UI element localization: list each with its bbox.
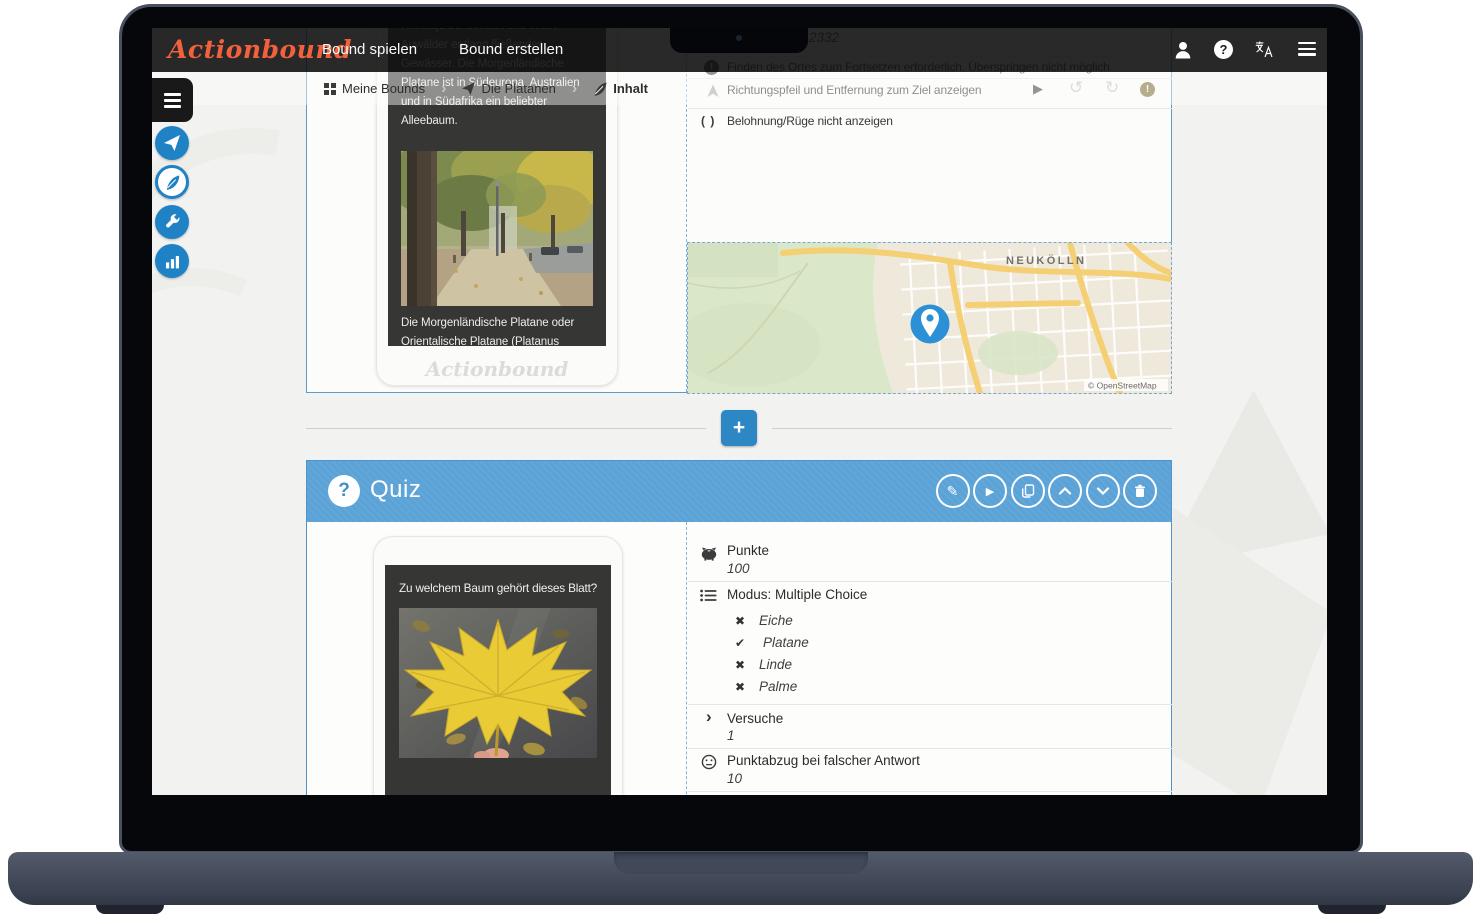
help-icon[interactable]: ? [1214,40,1233,59]
sidebar-item-play[interactable] [155,126,189,160]
breadcrumb: Meine Bounds › Die Platanen › Inhalt [152,72,1327,105]
street-photo [401,151,593,306]
choice-label[interactable]: Linde [759,657,792,672]
wrong-mark-icon: ✖ [735,658,745,672]
points-label[interactable]: Punkte [727,543,769,558]
mode-label[interactable]: Modus: Multiple Choice [727,587,867,602]
wrong-mark-icon: ✖ [735,614,745,628]
quiz-actions: ✎ ▶ [936,474,1158,508]
breadcrumb-separator: › [441,80,446,98]
points-value: 100 [727,561,750,576]
quiz-question-text: Zu welchem Baum gehört dieses Blatt? [399,579,597,598]
feather-icon [593,82,607,96]
list-icon [700,589,717,602]
menu-icon[interactable] [1298,42,1316,59]
translate-icon[interactable] [1254,41,1274,58]
map[interactable]: NEUKÖLLN © OpenStreetMap [687,242,1172,394]
laptop-base [8,852,1473,905]
move-up-button[interactable] [1048,474,1082,508]
divider [688,748,1172,749]
wrong-mark-icon: ✖ [735,680,745,694]
laptop-foot [1318,905,1386,914]
points-pig-icon [701,545,717,561]
bar-chart-icon [165,254,180,269]
divider [688,108,1172,109]
sidebar-item-stats[interactable] [155,244,189,278]
attempts-value: 1 [727,728,735,743]
sidebar-menu-button[interactable] [152,78,193,122]
card-divider [686,522,687,795]
breadcrumb-label: Meine Bounds [342,81,425,96]
camera-notch [670,28,808,53]
add-element-button[interactable]: + [721,410,757,446]
map-district-label: NEUKÖLLN [1006,254,1086,267]
sidebar-item-settings[interactable] [155,205,189,239]
attempts-label[interactable]: Versuche [727,711,783,726]
choice-label[interactable]: Platane [763,635,809,650]
divider [688,581,1172,582]
quiz-question-icon: ? [328,475,360,507]
choice-label[interactable]: Palme [759,679,797,694]
add-element-row: + [306,410,1172,448]
map-attribution[interactable]: © OpenStreetMap [1088,381,1157,391]
laptop-foot [96,905,164,914]
camera-dot [736,35,742,41]
trash-icon [1133,484,1147,498]
sidebar-item-content[interactable] [155,165,189,199]
delete-button[interactable] [1123,474,1157,508]
breadcrumb-label: Die Platanen [481,81,555,96]
phone-preview: Zu welchem Baum gehört dieses Blatt? [373,536,623,795]
chevron-down-icon [1096,485,1110,497]
laptop-screen: Himalaja beheimatet und bildet Auwälder … [152,28,1327,795]
grid-icon [324,83,336,95]
chevron-right-icon: › [706,707,712,727]
quiz-title: Quiz [370,476,421,504]
breadcrumb-item-content[interactable]: Inhalt [593,81,648,96]
feather-icon [165,175,180,190]
move-down-button[interactable] [1086,474,1120,508]
edit-button[interactable]: ✎ [936,474,970,508]
phone-preview-screen: Zu welchem Baum gehört dieses Blatt? [385,565,611,795]
correct-mark-icon: ✔ [735,636,745,650]
quiz-element-card: ? Quiz ✎ ▶ [306,460,1172,795]
divider [688,704,1172,705]
divider-line [772,428,1172,429]
breadcrumb-item-bound[interactable]: Die Platanen [462,81,555,96]
play-button[interactable]: ▶ [973,474,1007,508]
neutral-face-icon [701,754,717,770]
map-canvas: NEUKÖLLN © OpenStreetMap [688,243,1171,393]
preview-paragraph: Die Morgenländische Platane oder Orienta… [401,314,593,346]
parentheses-icon: ( ) [701,114,715,128]
user-icon[interactable] [1174,41,1192,59]
chevron-up-icon [1058,485,1072,497]
leaf-photo [399,608,597,758]
divider-line [306,428,706,429]
breadcrumb-item-bounds[interactable]: Meine Bounds [324,81,425,96]
actionbound-watermark: Actionbound [376,357,618,381]
penalty-value: 10 [727,771,742,786]
quiz-header: ? Quiz ✎ ▶ [307,461,1171,522]
paper-plane-icon [164,135,180,151]
laptop-base-notch [614,852,868,874]
wrench-icon [164,214,180,230]
copy-icon [1021,484,1035,498]
penalty-label[interactable]: Punktabzug bei falscher Antwort [727,753,920,768]
nav-item-bound-spielen[interactable]: Bound spielen [322,41,417,58]
nav-item-bound-erstellen[interactable]: Bound erstellen [459,41,563,58]
choice-label[interactable]: Eiche [759,613,793,628]
copy-button[interactable] [1011,474,1045,508]
option-reward[interactable]: Belohnung/Rüge nicht anzeigen [727,114,893,128]
divider [688,791,1172,792]
breadcrumb-separator: › [572,80,577,98]
paper-plane-icon [462,82,475,95]
map-pin-icon[interactable] [911,305,950,344]
breadcrumb-label: Inhalt [613,81,648,96]
stage: Himalaja beheimatet und bildet Auwälder … [0,0,1481,924]
